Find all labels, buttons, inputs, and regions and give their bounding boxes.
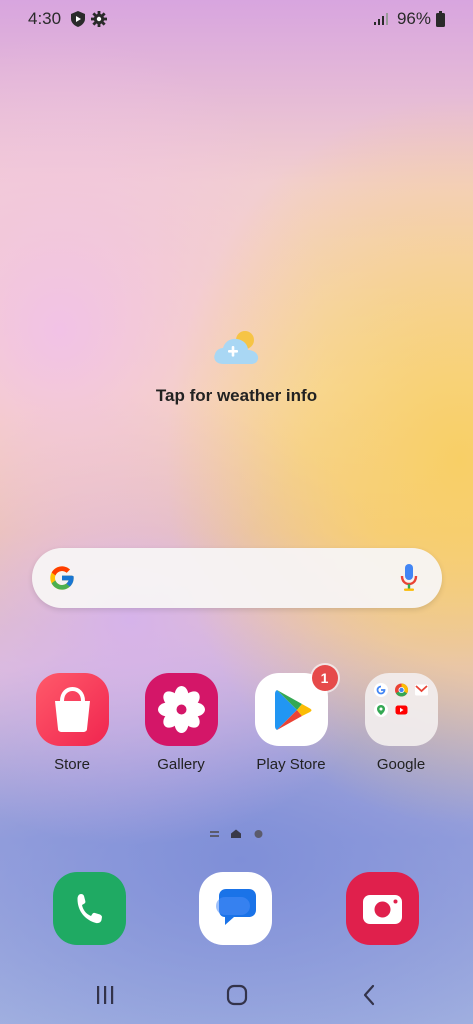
recents-icon[interactable] [94, 984, 116, 1006]
app-label: Play Store [256, 756, 326, 773]
shopping-bag-icon [35, 673, 109, 746]
gear-icon [91, 11, 107, 27]
app-gallery[interactable]: Gallery [131, 673, 231, 773]
messages-icon[interactable] [199, 872, 272, 945]
page-dot [254, 830, 263, 838]
signal-icon [374, 13, 388, 25]
flower-icon [144, 673, 218, 746]
google-g-icon [50, 566, 74, 590]
battery-icon [436, 11, 445, 27]
phone-icon[interactable] [53, 872, 126, 945]
home-page-indicator-icon [210, 829, 241, 838]
play-store-icon: 1 [254, 665, 338, 746]
app-label: Gallery [157, 756, 205, 773]
back-icon[interactable] [360, 984, 380, 1006]
status-time: 4:30 [28, 9, 62, 28]
folder-icon [364, 673, 438, 746]
weather-widget[interactable]: Tap for weather info [0, 328, 473, 406]
mic-icon[interactable] [400, 564, 418, 592]
navigation-bar [0, 980, 473, 1012]
status-bar: 4:30 96% [0, 0, 473, 36]
home-icon[interactable] [225, 984, 249, 1006]
notification-badge: 1 [311, 665, 338, 691]
app-play-store[interactable]: 1 Play Store [241, 665, 341, 773]
app-store[interactable]: Store [22, 673, 122, 773]
app-label: Store [54, 756, 90, 773]
weather-add-icon [213, 331, 258, 364]
camera-icon[interactable] [346, 872, 419, 945]
weather-prompt: Tap for weather info [155, 386, 318, 405]
page-indicator[interactable] [0, 826, 473, 842]
google-search-bar[interactable] [32, 548, 442, 608]
app-google-folder[interactable]: Google [351, 673, 451, 773]
battery-percent: 96% [396, 9, 431, 28]
shield-icon [71, 11, 85, 27]
app-label: Google [376, 756, 426, 773]
